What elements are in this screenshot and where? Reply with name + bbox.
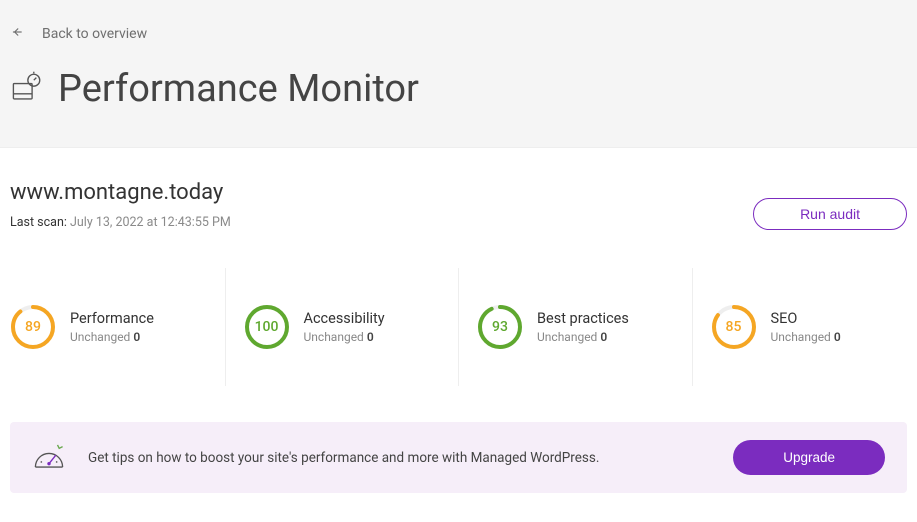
score-value: 100 xyxy=(244,304,290,350)
back-label: Back to overview xyxy=(42,26,147,42)
last-scan-label: Last scan: xyxy=(10,215,67,230)
score-ring: 85 xyxy=(711,304,757,350)
metric-name: SEO xyxy=(771,310,841,327)
score-value: 89 xyxy=(10,304,56,350)
metric-name: Best practices xyxy=(537,310,629,327)
score-ring: 93 xyxy=(477,304,523,350)
metric-card: 85 SEO Unchanged 0 xyxy=(693,268,908,386)
site-summary: www.montagne.today Last scan: July 13, 2… xyxy=(0,148,917,258)
page-header: Back to overview Performance Monitor xyxy=(0,0,917,148)
metric-card: 93 Best practices Unchanged 0 xyxy=(459,268,693,386)
metric-card: 89 Performance Unchanged 0 xyxy=(10,268,226,386)
score-ring: 89 xyxy=(10,304,56,350)
metric-delta: Unchanged 0 xyxy=(771,330,841,344)
score-value: 93 xyxy=(477,304,523,350)
last-scan-value: July 13, 2022 at 12:43:55 PM xyxy=(70,215,231,230)
gauge-boost-icon xyxy=(32,441,66,475)
upsell-text: Get tips on how to boost your site's per… xyxy=(88,450,711,466)
metric-delta: Unchanged 0 xyxy=(537,330,629,344)
performance-monitor-icon xyxy=(10,70,44,108)
metric-card: 100 Accessibility Unchanged 0 xyxy=(226,268,460,386)
run-audit-button[interactable]: Run audit xyxy=(753,198,907,230)
back-to-overview-link[interactable]: Back to overview xyxy=(10,25,147,43)
score-value: 85 xyxy=(711,304,757,350)
arrow-left-icon xyxy=(10,25,24,43)
metric-name: Performance xyxy=(70,310,154,327)
metric-name: Accessibility xyxy=(304,310,385,327)
metric-delta: Unchanged 0 xyxy=(304,330,385,344)
metrics-row: 89 Performance Unchanged 0 100 Accessibility… xyxy=(0,268,917,386)
upsell-banner: Get tips on how to boost your site's per… xyxy=(10,422,907,493)
page-title: Performance Monitor xyxy=(58,67,419,111)
score-ring: 100 xyxy=(244,304,290,350)
site-name: www.montagne.today xyxy=(10,180,231,205)
metric-delta: Unchanged 0 xyxy=(70,330,154,344)
upgrade-button[interactable]: Upgrade xyxy=(733,440,885,475)
last-scan-line: Last scan: July 13, 2022 at 12:43:55 PM xyxy=(10,215,231,230)
